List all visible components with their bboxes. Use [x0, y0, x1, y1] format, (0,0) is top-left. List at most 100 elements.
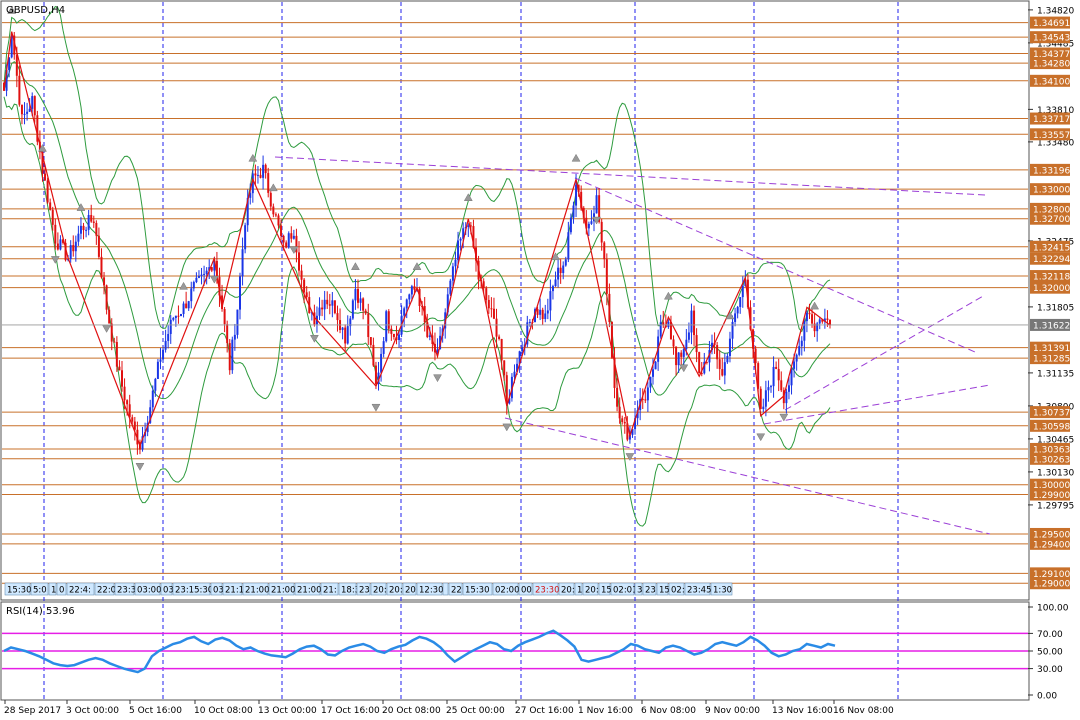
- candle-body: [772, 366, 775, 387]
- session-label: 20: [402, 582, 417, 596]
- level-label: 1.30737: [1030, 406, 1070, 419]
- level-label-text: 1.30737: [1033, 409, 1070, 419]
- candle-body: [31, 96, 34, 109]
- candle-body: [236, 309, 239, 335]
- candle-body: [364, 310, 367, 314]
- symbol-label: GBPUSD,H4: [6, 5, 65, 16]
- session-label: 22:0: [94, 582, 116, 596]
- candle-body: [264, 164, 267, 174]
- session-label: 23:45: [684, 582, 712, 596]
- candle-body: [587, 223, 590, 229]
- candle-body: [190, 288, 193, 302]
- candle-body: [616, 387, 619, 407]
- level-label: 1.34543: [1030, 31, 1070, 44]
- candle-body: [82, 225, 85, 231]
- session-text: 15:30: [7, 586, 32, 596]
- candle-body: [79, 225, 82, 234]
- price-tick-label: 1.31805: [1037, 303, 1074, 313]
- session-label: 20:: [370, 582, 387, 596]
- session-text: 00: [521, 586, 532, 596]
- candle-body: [28, 108, 31, 112]
- session-text: 23:45: [687, 586, 712, 596]
- time-tick-label: 20 Oct 08:00: [382, 706, 441, 716]
- candle-body: [100, 256, 103, 278]
- candle-body: [687, 332, 690, 340]
- candle-body: [362, 298, 365, 311]
- candle-body: [151, 390, 154, 408]
- candle-body: [233, 334, 236, 340]
- session-label: 02:00: [492, 582, 520, 596]
- candle-body: [528, 321, 531, 323]
- candle-body: [382, 341, 385, 354]
- level-label-text: 1.30598: [1033, 422, 1070, 432]
- candle-body: [372, 344, 375, 366]
- session-label: 15:30: [4, 582, 32, 596]
- session-text: 21:00: [245, 586, 270, 596]
- candle-body: [739, 297, 742, 307]
- candle-body: [59, 239, 62, 250]
- candle-body: [74, 241, 77, 252]
- candle-body: [287, 233, 290, 248]
- candle-body: [728, 338, 731, 357]
- level-label: 1.30263: [1030, 452, 1070, 465]
- candle-body: [262, 164, 265, 178]
- candle-body: [826, 318, 829, 320]
- candle-body: [798, 346, 801, 355]
- rsi-label: RSI(14) 53.96: [6, 606, 75, 617]
- candle-body: [200, 274, 203, 277]
- session-text: 02:: [671, 586, 685, 596]
- candle-body: [777, 368, 780, 381]
- candle-body: [95, 222, 98, 236]
- session-text: 3: [637, 586, 642, 596]
- candle-body: [192, 282, 195, 289]
- candle-body: [554, 279, 557, 287]
- session-text: 1:30: [713, 586, 732, 596]
- level-label: 1.30598: [1030, 419, 1070, 432]
- session-text: 15:30: [465, 586, 490, 596]
- candle-body: [595, 195, 598, 214]
- candle-body: [428, 335, 431, 337]
- candle-body: [336, 313, 339, 321]
- level-label: 1.29400: [1030, 537, 1070, 550]
- candle-body: [457, 240, 460, 260]
- session-text: 03: [163, 586, 174, 596]
- session-label: 1:30: [710, 582, 733, 596]
- candle-body: [467, 225, 470, 228]
- price-tick-label: 1.29795: [1037, 501, 1074, 511]
- session-label: 0: [56, 582, 67, 596]
- candle-body: [126, 400, 129, 405]
- session-text: 15: [601, 586, 612, 596]
- price-tick-label: 1.31135: [1037, 369, 1074, 379]
- candle-body: [15, 54, 18, 76]
- level-label: 1.31285: [1030, 352, 1070, 365]
- session-label: 20:: [582, 582, 599, 596]
- candle-body: [695, 335, 698, 353]
- candle-body: [557, 267, 560, 280]
- candle-body: [549, 291, 552, 311]
- candle-body: [228, 343, 231, 371]
- candle-body: [267, 173, 270, 193]
- session-text: 15: [659, 586, 670, 596]
- candle-body: [500, 339, 503, 361]
- level-label: 1.29900: [1030, 488, 1070, 501]
- candle-body: [492, 308, 495, 319]
- candle-body: [328, 304, 331, 306]
- level-label-text: 1.29000: [1033, 580, 1070, 590]
- candle-body: [562, 265, 565, 274]
- rsi-tick-label: 30.00: [1037, 665, 1063, 675]
- candle-body: [369, 337, 372, 345]
- candle-body: [97, 235, 100, 257]
- candle-body: [731, 321, 734, 339]
- session-label: 03: [160, 582, 174, 596]
- session-text: 5:0: [33, 586, 47, 596]
- level-label-text: 1.32118: [1033, 273, 1070, 283]
- session-text: 03: [213, 586, 224, 596]
- candle-body: [110, 323, 113, 342]
- level-label: 1.33196: [1030, 163, 1070, 176]
- candle-body: [539, 309, 542, 315]
- candle-body: [180, 314, 182, 317]
- level-label-text: 1.34100: [1033, 77, 1070, 87]
- candle-body: [392, 333, 395, 337]
- candle-body: [513, 371, 516, 377]
- time-tick-label: 3 Oct 00:00: [66, 706, 119, 716]
